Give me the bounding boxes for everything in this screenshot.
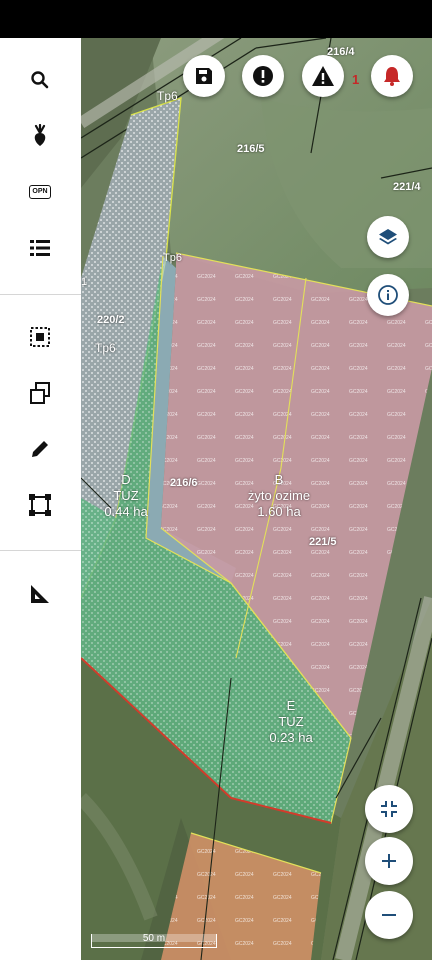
scale-bar: 50 m: [91, 933, 217, 948]
polygon-icon: [29, 494, 51, 516]
fit-extent-button[interactable]: [365, 785, 413, 833]
opn-icon: OPN: [29, 185, 51, 199]
select-area-button[interactable]: [14, 315, 66, 359]
pencil-icon: [32, 441, 48, 457]
bell-icon: [384, 67, 400, 86]
minus-icon: [382, 914, 396, 916]
edge-label: 1: [81, 276, 88, 288]
layers-button[interactable]: [367, 216, 409, 258]
copy-icon: [30, 382, 50, 404]
warning-count: 1: [352, 72, 360, 87]
sidebar-divider: [0, 294, 81, 295]
parcel-number-label: 216/6: [170, 477, 198, 489]
plus-icon: [382, 854, 396, 868]
parcel-number-label: 221/4: [393, 181, 421, 193]
zone-label: Tp6: [163, 252, 182, 264]
select-icon: [30, 327, 50, 347]
field-letter: D: [121, 472, 131, 487]
layers-icon: [379, 229, 397, 245]
beet-icon: [34, 124, 46, 146]
scale-label: 50 m: [142, 933, 166, 944]
zone-label: Tp6: [157, 89, 178, 103]
sidebar-divider: [0, 550, 81, 551]
zoom-in-button[interactable]: [365, 837, 413, 885]
field-area: 1.60 ha: [257, 504, 301, 519]
ruler-icon: [31, 585, 49, 603]
measure-button[interactable]: [14, 572, 66, 616]
collapse-icon: [381, 801, 397, 817]
parcel-number-label: 221/5: [309, 536, 337, 548]
search-button[interactable]: [14, 58, 66, 102]
save-button[interactable]: [183, 55, 225, 97]
parcel-number-label: 216/5: [237, 143, 265, 155]
zone-label: Tp6: [95, 341, 116, 355]
list-button[interactable]: [14, 226, 66, 270]
field-letter: E: [286, 698, 296, 713]
field-area: 0.23 ha: [269, 730, 313, 745]
shape-button[interactable]: [14, 483, 66, 527]
list-icon: [30, 240, 50, 256]
field-crop: żyto ozime: [247, 488, 311, 503]
field-label-e: E TUZ 0.23 ha: [263, 698, 319, 746]
field-crop: TUZ: [278, 714, 304, 729]
field-crop: TUZ: [113, 488, 139, 503]
crop-button[interactable]: [14, 114, 66, 158]
info-button[interactable]: [367, 274, 409, 316]
field-label-d: D TUZ 0.44 ha: [99, 472, 153, 520]
tool-sidebar: OPN: [0, 38, 81, 960]
field-label-b: B żyto ozime 1.60 ha: [233, 472, 325, 520]
warning-icon: [312, 66, 334, 86]
parcel-number-label: 220/2: [97, 314, 125, 326]
map-view[interactable]: GC2024: [81, 38, 432, 960]
search-icon: [31, 71, 49, 89]
zoom-out-button[interactable]: [365, 891, 413, 939]
opn-button[interactable]: OPN: [14, 170, 66, 214]
status-bar: [0, 0, 432, 38]
edit-button[interactable]: [14, 427, 66, 471]
field-letter: B: [274, 472, 284, 487]
info-icon: [378, 285, 398, 305]
save-icon: [196, 68, 212, 84]
warning-button[interactable]: [302, 55, 344, 97]
error-icon: [253, 66, 273, 86]
error-button[interactable]: [242, 55, 284, 97]
notifications-button[interactable]: [371, 55, 413, 97]
copy-button[interactable]: [14, 371, 66, 415]
field-area: 0.44 ha: [104, 504, 148, 519]
